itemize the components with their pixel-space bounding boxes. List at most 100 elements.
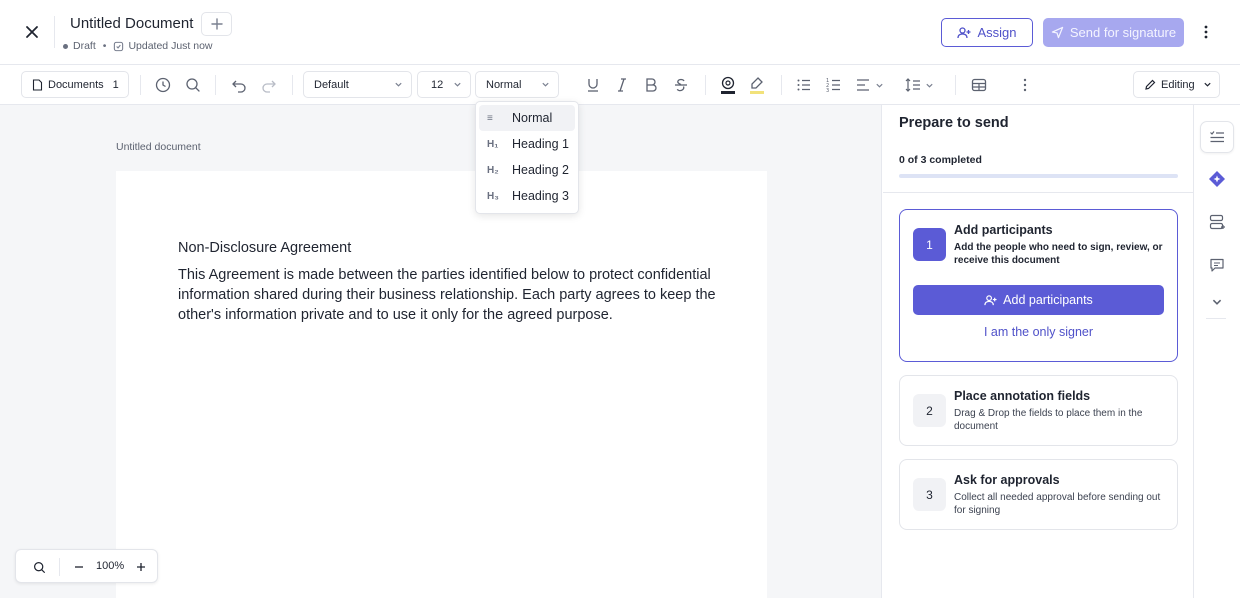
send-for-signature-button[interactable]: Send for signature [1043, 18, 1184, 47]
italic-icon [618, 78, 626, 92]
chevron-down-icon [454, 82, 461, 87]
zoom-controls: 100% [15, 549, 158, 583]
text-color-icon [721, 76, 735, 94]
zoom-in-button[interactable] [133, 559, 149, 575]
zoom-level: 100% [96, 560, 125, 572]
more-vertical-icon [1204, 25, 1208, 39]
font-size-select[interactable]: 12 [417, 71, 471, 98]
close-icon [26, 26, 38, 38]
rail-divider [1206, 318, 1226, 319]
font-family-value: Default [314, 78, 349, 91]
line-spacing-icon [905, 78, 920, 92]
form-fields-icon [1209, 214, 1225, 230]
chevron-down-icon [926, 83, 933, 88]
panel-title: Prepare to send [899, 115, 1009, 131]
numbered-list-icon: 123 [826, 78, 840, 93]
add-participants-button[interactable]: Add participants [913, 285, 1164, 315]
step-title: Place annotation fields [954, 389, 1091, 403]
undo-button[interactable] [229, 75, 249, 95]
close-button[interactable] [18, 20, 46, 44]
heading-3-icon: H₃ [487, 190, 499, 202]
style-option-heading-1[interactable]: H₁ Heading 1 [479, 131, 575, 157]
zoom-search-button[interactable] [31, 559, 47, 575]
add-document-button[interactable] [201, 12, 232, 36]
style-option-normal[interactable]: ≡ Normal [479, 105, 575, 131]
strikethrough-button[interactable] [671, 75, 691, 95]
step-card-annotation-fields[interactable]: 2 Place annotation fields Drag & Drop th… [899, 375, 1178, 446]
style-option-heading-2[interactable]: H₂ Heading 2 [479, 157, 575, 183]
step-number: 2 [913, 394, 946, 427]
bullet-list-button[interactable] [794, 75, 814, 95]
heading-2-icon: H₂ [487, 164, 499, 176]
style-option-label: Heading 1 [512, 137, 569, 151]
status-dot-icon [63, 43, 68, 49]
checklist-icon [1210, 131, 1224, 143]
rail-ai-button[interactable] [1200, 163, 1234, 195]
line-spacing-button[interactable] [905, 75, 939, 95]
diamond-sparkle-icon [1209, 171, 1225, 187]
numbered-list-button[interactable]: 123 [824, 75, 844, 95]
status-badge: Draft [73, 40, 96, 52]
zoom-out-button[interactable] [71, 559, 87, 575]
user-plus-icon [984, 294, 997, 305]
assign-label: Assign [977, 25, 1017, 40]
bold-button[interactable] [641, 75, 661, 95]
panel-divider [883, 192, 1194, 193]
user-plus-icon [957, 26, 971, 38]
plus-icon [137, 563, 145, 571]
more-vertical-icon [1023, 78, 1027, 92]
toolbar-more-button[interactable] [1015, 75, 1035, 95]
table-button[interactable] [969, 75, 989, 95]
documents-button[interactable]: Documents 1 [21, 71, 129, 98]
redo-button[interactable] [259, 75, 279, 95]
page-label: Untitled document [116, 141, 201, 153]
step-number: 3 [913, 478, 946, 511]
assign-button[interactable]: Assign [941, 18, 1033, 47]
history-button[interactable] [153, 75, 173, 95]
rail-collapse-button[interactable] [1200, 286, 1234, 318]
document-heading[interactable]: Non-Disclosure Agreement [178, 240, 351, 256]
pencil-icon [1145, 79, 1156, 90]
rail-fields-button[interactable] [1200, 206, 1234, 238]
strikethrough-icon [675, 78, 687, 92]
align-button[interactable] [855, 75, 889, 95]
search-icon [33, 561, 45, 573]
italic-button[interactable] [612, 75, 632, 95]
chevron-down-icon [1204, 82, 1211, 87]
rail-comments-button[interactable] [1200, 249, 1234, 281]
zoom-divider [59, 558, 60, 576]
svg-text:3: 3 [826, 88, 829, 93]
toolbar-divider [781, 75, 782, 95]
highlight-color-button[interactable] [747, 75, 767, 95]
toolbar-divider [292, 75, 293, 95]
history-icon [155, 77, 171, 93]
mode-value: Editing [1161, 78, 1195, 91]
step-card-approvals[interactable]: 3 Ask for approvals Collect all needed a… [899, 459, 1178, 530]
toolbar-divider [955, 75, 956, 95]
font-family-select[interactable]: Default [303, 71, 412, 98]
document-page[interactable]: Non-Disclosure Agreement This Agreement … [116, 171, 767, 598]
document-title[interactable]: Untitled Document [70, 15, 193, 32]
style-option-heading-3[interactable]: H₃ Heading 3 [479, 183, 575, 209]
side-icon-rail [1195, 105, 1240, 598]
style-option-label: Normal [512, 111, 553, 125]
rail-prepare-button[interactable] [1200, 121, 1234, 153]
text-style-select[interactable]: Normal [475, 71, 559, 98]
chevron-down-icon [876, 83, 883, 88]
step-description: Add the people who need to sign, review,… [954, 242, 1163, 266]
step-card-add-participants[interactable]: 1 Add participants Add the people who ne… [899, 209, 1178, 362]
add-participants-label: Add participants [1003, 293, 1093, 307]
search-button[interactable] [183, 75, 203, 95]
underline-button[interactable] [583, 75, 603, 95]
search-icon [186, 78, 200, 92]
text-color-button[interactable] [718, 75, 738, 95]
documents-label: Documents [48, 78, 104, 91]
only-signer-link[interactable]: I am the only signer [900, 325, 1177, 339]
chevron-down-icon [1212, 299, 1222, 305]
document-body[interactable]: This Agreement is made between the parti… [178, 265, 718, 325]
more-options-button[interactable] [1196, 20, 1216, 44]
mode-select[interactable]: Editing [1133, 71, 1220, 98]
underline-icon [588, 79, 598, 92]
document-canvas: Untitled document Non-Disclosure Agreeme… [0, 105, 882, 598]
highlighter-icon [750, 77, 764, 94]
